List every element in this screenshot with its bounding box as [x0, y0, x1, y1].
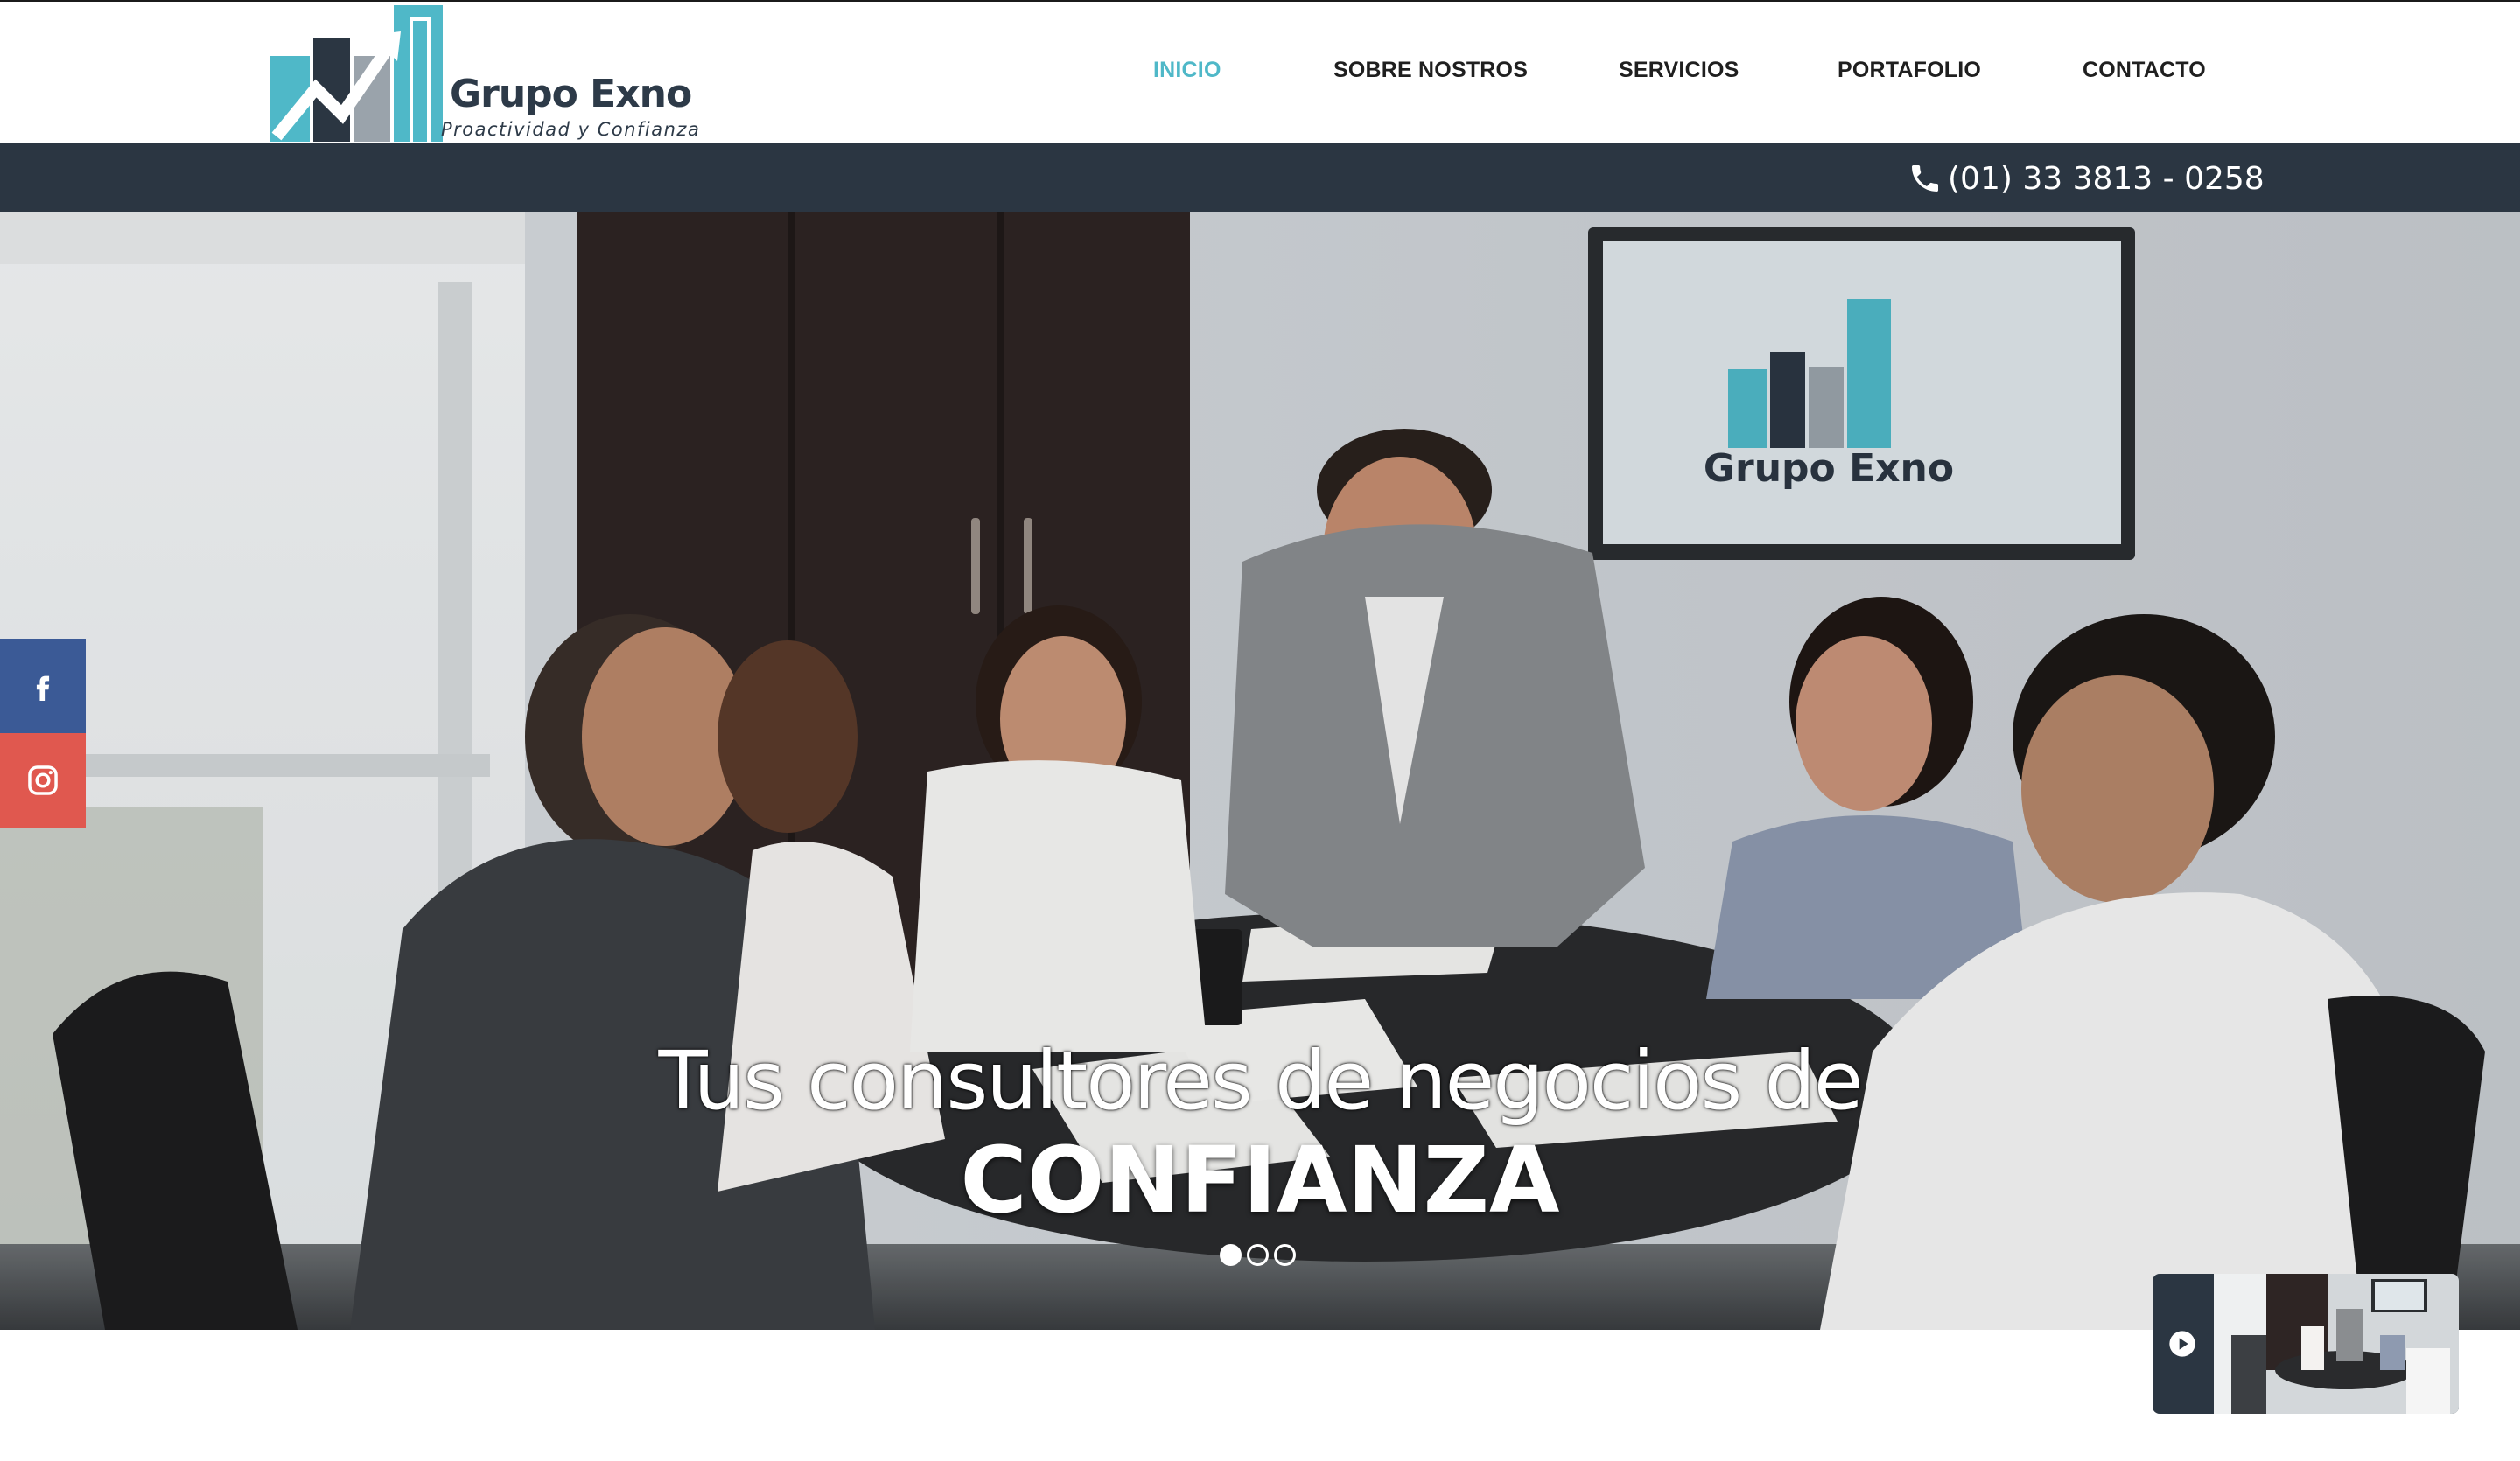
slider-dot-1[interactable] — [1220, 1244, 1242, 1266]
slider-dot-3[interactable] — [1274, 1244, 1296, 1266]
site-header: Grupo Exno Proactividad y Confianza INIC… — [0, 2, 2520, 143]
nav-item-contacto[interactable]: CONTACTO — [2082, 58, 2206, 83]
slider-dot-2[interactable] — [1247, 1244, 1269, 1266]
hero-headline: Tus consultores de negocios de — [658, 1034, 1863, 1128]
video-preview-image — [2214, 1274, 2459, 1414]
phone-icon — [1912, 165, 1938, 192]
instagram-icon — [28, 765, 58, 795]
facebook-button[interactable] — [0, 639, 86, 733]
slider-dots — [1220, 1244, 1296, 1269]
nav-item-portafolio[interactable]: PORTAFOLIO — [1838, 58, 1981, 83]
social-sidebar — [0, 639, 86, 828]
brand-logo[interactable]: Grupo Exno Proactividad y Confianza — [268, 5, 699, 142]
phone-contact[interactable]: (01) 33 3813 - 0258 — [1908, 160, 2264, 197]
video-thumbnail[interactable] — [2152, 1274, 2459, 1414]
logo-mark-icon — [270, 5, 443, 142]
logo-tagline: Proactividad y Confianza — [441, 119, 701, 140]
nav-item-servicios[interactable]: SERVICIOS — [1619, 58, 1740, 83]
hero-slider[interactable]: Grupo Exno Tus consultores de negocios d… — [0, 212, 2520, 1330]
facebook-icon — [36, 675, 50, 701]
info-bar: (01) 33 3813 - 0258 — [0, 143, 2520, 212]
phone-number: (01) 33 3813 - 0258 — [1948, 160, 2264, 197]
play-icon — [2169, 1331, 2195, 1357]
nav-item-inicio[interactable]: INICIO — [1153, 58, 1222, 83]
video-play-button[interactable] — [2152, 1274, 2212, 1414]
nav-item-sobre-nostros[interactable]: SOBRE NOSTROS — [1334, 58, 1528, 83]
logo-name: Grupo Exno — [450, 72, 692, 116]
hero-highlight: CONFIANZA — [960, 1127, 1560, 1234]
instagram-button[interactable] — [0, 733, 86, 828]
